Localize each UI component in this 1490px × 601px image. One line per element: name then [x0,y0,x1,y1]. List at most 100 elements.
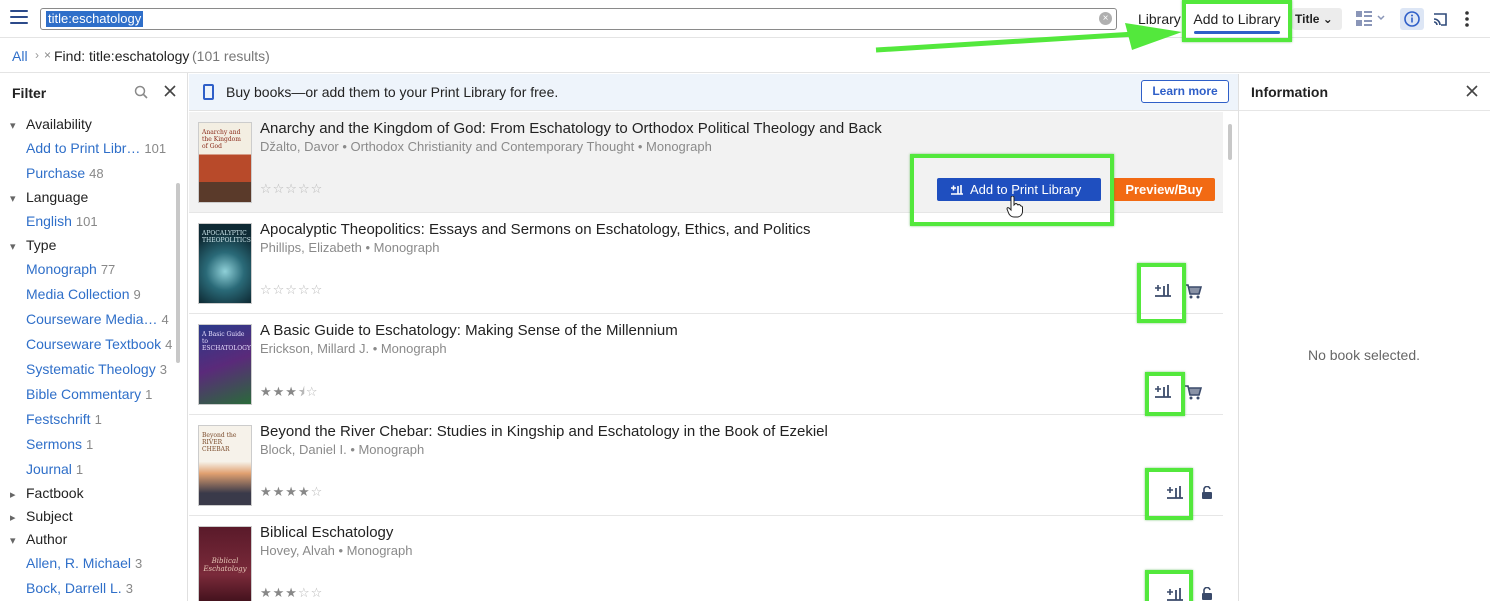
menu-icon[interactable] [10,10,28,26]
cart-icon[interactable] [1184,384,1202,400]
facet-count: 3 [159,362,167,377]
facet-systematic-theology[interactable]: Systematic Theology 3 [26,361,167,377]
book-title[interactable]: A Basic Guide to Eschatology: Making Sen… [260,322,678,339]
cover-title: APOCALYPTIC THEOPOLITICS [202,230,251,244]
chevron-right-icon: ▸ [10,512,16,524]
annotation-arrow [875,23,1182,53]
facet-group-availability[interactable]: ▾ Availability [10,116,92,132]
facet-group-label: Subject [26,508,73,524]
learn-more-button[interactable]: Learn more [1141,80,1229,103]
book-title[interactable]: Biblical Eschatology [260,524,393,541]
filter-scrollbar[interactable] [176,183,180,363]
search-icon[interactable] [134,85,148,99]
facet-group-label: Type [26,237,57,253]
rating-stars[interactable]: ★★★☆☆ [260,585,323,601]
facet-media-collection[interactable]: Media Collection 9 [26,286,141,302]
facet-add-to-print-library[interactable]: Add to Print Libr… 101 [26,140,166,156]
result-row[interactable]: A Basic Guide to ESCHATOLOGY A Basic Gui… [189,314,1223,415]
chevron-down-icon: ▾ [10,193,16,205]
result-row[interactable]: Biblical Eschatology Biblical Eschatolog… [189,516,1223,601]
facet-author-allen[interactable]: Allen, R. Michael 3 [26,555,142,571]
app-window: title:eschatology × Library Add to Libra… [0,0,1490,601]
book-cover: Beyond the RIVER CHEBAR [198,425,252,506]
facet-count: 9 [133,287,141,302]
breadcrumb-find: Find: title:eschatology [54,48,190,64]
results-scrollbar[interactable] [1228,124,1232,160]
facet-count: 101 [75,214,98,229]
facet-label: Bock, Darrell L. [26,580,122,596]
facet-group-language[interactable]: ▾ Language [10,189,88,205]
chevron-down-icon: ▾ [10,241,16,253]
close-icon[interactable] [1465,84,1479,98]
book-meta: Block, Daniel I. • Monograph [260,442,425,457]
book-cover: A Basic Guide to ESCHATOLOGY [198,324,252,405]
view-options-icon[interactable] [1356,10,1388,28]
search-query[interactable]: title:eschatology [46,11,144,27]
facet-label: Purchase [26,165,86,181]
chevron-right-icon: ▸ [10,489,16,501]
result-row[interactable]: APOCALYPTIC THEOPOLITICS Apocalyptic The… [189,213,1223,314]
facet-author-bock[interactable]: Bock, Darrell L. 3 [26,580,133,596]
rating-stars[interactable]: ★★★★☆ [260,484,323,500]
facet-count: 77 [100,262,116,277]
cart-icon[interactable] [1184,283,1202,299]
rating-stars[interactable]: ☆☆☆☆☆ [260,181,323,197]
hand-cursor-icon [1006,196,1023,218]
facet-label: Courseware Textbook [26,336,162,352]
book-cover: APOCALYPTIC THEOPOLITICS [198,223,252,304]
facet-journal[interactable]: Journal 1 [26,461,83,477]
facet-count: 1 [94,412,102,427]
rating-stars[interactable]: ★★★⯨☆ [260,383,319,405]
result-row[interactable]: Beyond the RIVER CHEBAR Beyond the River… [189,415,1223,516]
facet-group-label: Language [26,189,89,205]
facet-label: Allen, R. Michael [26,555,132,571]
facet-group-factbook[interactable]: ▸ Factbook [10,485,84,501]
facet-courseware-media[interactable]: Courseware Media… 4 [26,311,169,327]
rating-stars[interactable]: ☆☆☆☆☆ [260,282,323,298]
info-empty-message: No book selected. [1307,347,1421,363]
sort-label: Title [1295,12,1320,26]
facet-group-author[interactable]: ▾ Author [10,531,67,547]
cast-icon[interactable] [1432,10,1448,28]
facet-count: 3 [135,556,143,571]
facet-count: 48 [89,166,104,181]
book-cover: Biblical Eschatology [198,526,252,601]
facet-group-subject[interactable]: ▸ Subject [10,508,73,524]
filter-panel: Filter ▾ Availability Add to Print Libr… 1… [0,73,188,601]
facet-label: Journal [26,461,72,477]
facet-label: Bible Commentary [26,386,142,402]
facet-festschrift[interactable]: Festschrift 1 [26,411,102,427]
divider [1239,110,1490,111]
filter-title: Filter [12,85,47,101]
facet-english[interactable]: English 101 [26,213,98,229]
facet-count: 3 [125,581,133,596]
facet-sermons[interactable]: Sermons 1 [26,436,93,452]
facet-courseware-textbook[interactable]: Courseware Textbook 4 [26,336,172,352]
close-icon[interactable] [163,84,177,98]
facet-monograph[interactable]: Monograph 77 [26,261,115,277]
sort-dropdown[interactable]: Title ⌄ [1292,8,1342,30]
annotation-highlight-add-to-library-tab [1182,0,1292,42]
phone-icon [203,84,214,100]
book-cover: Anarchy and the Kingdom of God [198,122,252,203]
facet-group-type[interactable]: ▾ Type [10,237,56,253]
facet-label: Add to Print Libr… [26,140,141,156]
more-options-icon[interactable] [1462,10,1472,28]
book-title[interactable]: Apocalyptic Theopolitics: Essays and Ser… [260,221,811,238]
breadcrumb-all[interactable]: All [12,48,28,64]
facet-count: 1 [145,387,153,402]
info-panel-toggle[interactable] [1400,8,1424,30]
book-title[interactable]: Anarchy and the Kingdom of God: From Esc… [260,120,882,137]
facet-label: Media Collection [26,286,130,302]
facet-label: Monograph [26,261,97,277]
promo-banner: Buy books—or add them to your Print Libr… [189,74,1238,111]
preview-buy-button[interactable]: Preview/Buy [1113,178,1215,201]
facet-label: Festschrift [26,411,91,427]
book-title[interactable]: Beyond the River Chebar: Studies in King… [260,423,828,440]
facet-count: 4 [161,312,169,327]
facet-purchase[interactable]: Purchase 48 [26,165,104,181]
info-icon [1404,11,1420,27]
facet-bible-commentary[interactable]: Bible Commentary 1 [26,386,152,402]
remove-find-icon[interactable]: × [44,48,51,62]
annotation-highlight-add-icon [1145,570,1193,601]
